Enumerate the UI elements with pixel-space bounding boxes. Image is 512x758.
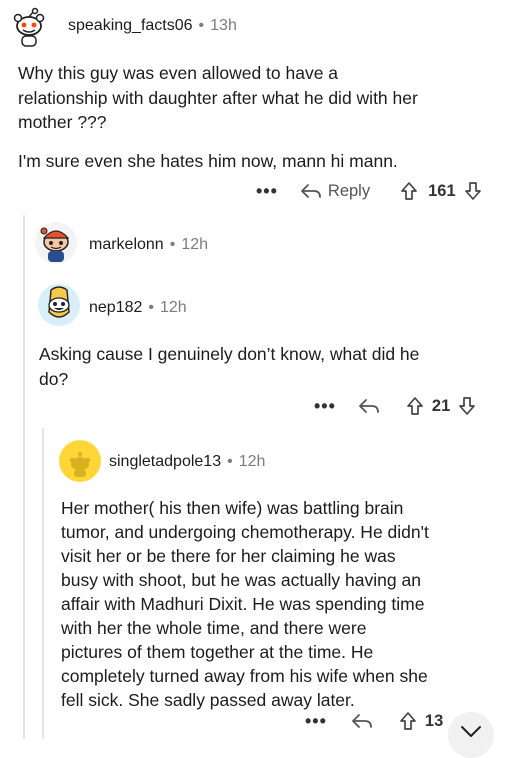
upvote-arrow-icon (407, 397, 423, 415)
thread-line-level-1[interactable] (23, 215, 25, 739)
comment-text-line: Why this guy was even allowed to have a (18, 63, 339, 83)
comment-text-line: pictures of them together at the time. H… (61, 642, 374, 662)
downvote-button[interactable] (464, 181, 482, 201)
reply-button[interactable] (351, 712, 373, 730)
comment-actions: ••• 21 (314, 393, 476, 419)
comment-meta: markelonn • 12h (89, 236, 208, 254)
timestamp: 12h (238, 453, 266, 470)
downvote-arrow-icon (459, 397, 476, 415)
comment-text-line: visit her or be there for her claiming h… (61, 546, 396, 566)
comment-body: Her mother( his then wife) was battling … (61, 496, 501, 712)
downvote-button[interactable] (458, 396, 476, 416)
snoo-avatar-icon (35, 222, 77, 264)
avatar[interactable] (37, 282, 81, 328)
upvote-button[interactable] (399, 711, 417, 731)
snoo-avatar-icon (8, 6, 50, 48)
comment-text-line: Her mother( his then wife) was battling … (61, 498, 404, 518)
comment-text-line: with her the whole time, and there were (61, 618, 367, 638)
comment-text-line: Asking cause I genuinely don’t know, wha… (39, 344, 420, 364)
comment-text-line: relationship with daughter after what he… (18, 87, 418, 108)
username[interactable]: nep182 (89, 299, 142, 316)
upvote-arrow-icon (400, 712, 416, 730)
username[interactable]: speaking_facts06 (68, 17, 193, 34)
chevron-down-icon (461, 726, 481, 737)
comment-meta: singletadpole13 • 12h (109, 453, 265, 471)
comment-meta: speaking_facts06 • 13h (68, 17, 237, 35)
reply-label: Reply (327, 181, 371, 200)
avatar[interactable] (8, 6, 50, 48)
separator-dot: • (227, 453, 233, 470)
comment-text-line: do? (39, 368, 69, 389)
timestamp: 13h (210, 17, 237, 34)
more-options-button[interactable]: ••• (256, 181, 278, 202)
comment-text-line: affair with Madhuri Dixit. He was spendi… (61, 594, 425, 614)
comment-meta: nep182 • 12h (89, 299, 187, 317)
comment-text-line: busy with shoot, but he was actually hav… (61, 570, 421, 590)
reply-button[interactable]: Reply (300, 182, 370, 201)
more-options-button[interactable]: ••• (305, 711, 327, 732)
separator-dot: • (148, 299, 154, 316)
avatar[interactable] (35, 222, 77, 264)
comment-body: Why this guy was even allowed to have a … (18, 61, 498, 173)
timestamp: 12h (160, 299, 187, 316)
reply-arrow-icon (301, 184, 321, 198)
comment-actions: ••• Reply 161 (256, 178, 482, 204)
comment-actions: ••• 13 (305, 708, 443, 734)
upvote-arrow-icon (401, 182, 417, 200)
vote-count: 21 (431, 396, 451, 415)
comment-text-line: completely turned away from his wife whe… (61, 666, 428, 686)
vote-count: 161 (428, 181, 456, 200)
comment-text-line: tumor, and undergoing chemotherapy. He d… (61, 522, 429, 542)
snoo-avatar-icon (38, 284, 80, 326)
upvote-button[interactable] (406, 396, 424, 416)
comment-text-paragraph: I'm sure even she hates him now, mann hi… (18, 150, 398, 171)
snoo-avatar-icon (59, 440, 101, 482)
username[interactable]: markelonn (89, 236, 164, 253)
reply-arrow-icon (359, 399, 379, 413)
vote-count: 13 (424, 711, 444, 730)
comment-text-line: mother ??? (18, 112, 107, 132)
username[interactable]: singletadpole13 (109, 453, 221, 470)
separator-dot: • (169, 236, 176, 253)
separator-dot: • (198, 17, 205, 34)
upvote-button[interactable] (400, 181, 418, 201)
reply-button[interactable] (358, 397, 380, 415)
avatar[interactable] (59, 440, 101, 482)
reply-arrow-icon (352, 714, 372, 728)
downvote-arrow-icon (464, 182, 481, 200)
thread-line-level-2[interactable] (42, 428, 44, 739)
timestamp: 12h (181, 236, 209, 253)
comment-body: Asking cause I genuinely don’t know, wha… (39, 342, 499, 391)
collapse-thread-button[interactable] (448, 712, 494, 758)
more-options-button[interactable]: ••• (314, 396, 336, 417)
